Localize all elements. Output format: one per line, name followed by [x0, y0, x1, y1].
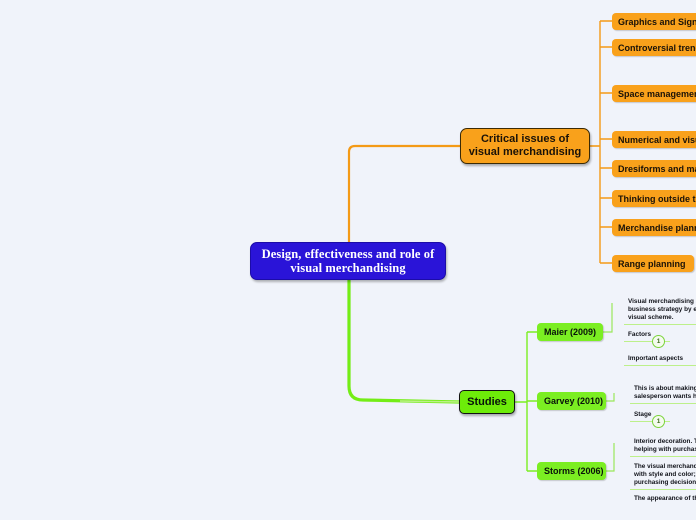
leaf-thinking-outside-the-box[interactable]: Thinking outside the	[612, 190, 696, 207]
study-node-storms-2006[interactable]: Storms (2006)	[537, 462, 606, 480]
detail-storms-appearance: The appearance of th	[634, 495, 696, 502]
branch-node-critical-issues[interactable]: Critical issues of visual merchandising	[460, 128, 590, 164]
detail-storms-interior-decoration: Interior decoration. T helping with purc…	[630, 438, 696, 458]
leaf-graphics-and-signage[interactable]: Graphics and Signage	[612, 13, 696, 30]
study-node-garvey-2010[interactable]: Garvey (2010)	[537, 392, 606, 410]
link-garvey-details	[606, 393, 615, 402]
central-node[interactable]: Design, effectiveness and role of visual…	[250, 242, 446, 280]
detail-garvey-summary: This is about making salesperson wants h…	[630, 385, 696, 405]
branch-node-studies[interactable]: Studies	[459, 390, 515, 414]
leaf-space-management[interactable]: Space management	[612, 85, 696, 102]
link-central-to-critical	[347, 144, 462, 244]
study-node-maier-2009[interactable]: Maier (2009)	[537, 323, 603, 341]
link-central-to-studies	[347, 278, 461, 404]
leaf-dressforms-and-mannequins[interactable]: Dresiforms and man	[612, 160, 696, 177]
central-node-label-line2: visual merchandising	[290, 261, 406, 275]
detail-storms-visual-merchandising: The visual merchandi with style and colo…	[630, 463, 696, 491]
link-central-to-studies-taper	[399, 400, 460, 403]
link-storms-details	[606, 443, 615, 472]
badge-maier-factors-count: 1	[652, 335, 665, 348]
branch-critical-label-line1: Critical issues of	[480, 133, 570, 145]
leaf-merchandise-planning[interactable]: Merchandise planning	[612, 219, 696, 236]
branch-critical-label-line2: visual merchandising	[468, 146, 582, 158]
link-maier-details	[603, 303, 613, 333]
detail-maier-important-aspects: Important aspects	[624, 355, 696, 367]
central-node-label-line1: Design, effectiveness and role of	[261, 247, 435, 261]
mindmap-canvas: Design, effectiveness and role of visual…	[0, 0, 696, 520]
detail-maier-summary: Visual merchandising a business strategy…	[624, 298, 696, 326]
leaf-controversial-trends[interactable]: Controversial trends	[612, 39, 696, 56]
green-study-stubs	[527, 331, 537, 472]
leaf-range-planning[interactable]: Range planning	[612, 255, 694, 272]
leaf-numerical-and-visual[interactable]: Numerical and visual	[612, 131, 696, 148]
orange-leaf-stubs	[600, 20, 612, 264]
badge-garvey-stage-count: 1	[652, 415, 665, 428]
